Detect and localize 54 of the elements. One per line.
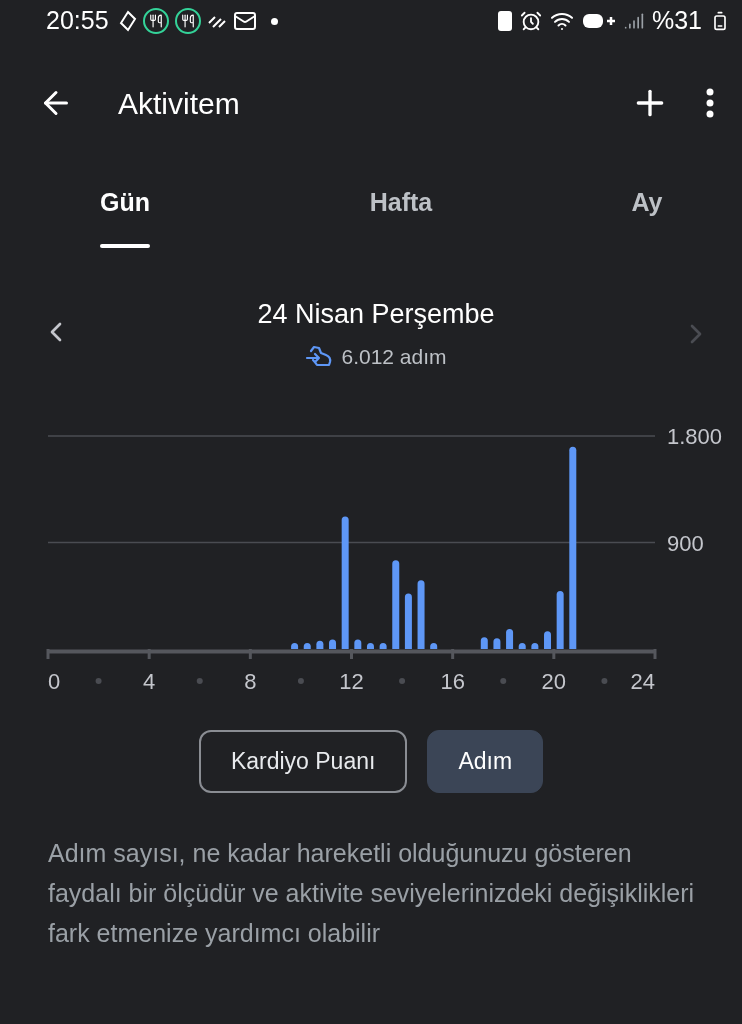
bar [493, 638, 501, 649]
page-title: Aktivitem [118, 85, 240, 122]
fork-icon [174, 8, 201, 34]
tab[interactable]: Ay [607, 164, 687, 254]
metric-toggle[interactable]: Adım [427, 730, 544, 793]
fork-icon [142, 8, 169, 34]
status-time: 20:55 [46, 5, 109, 37]
bar [354, 639, 362, 649]
axis-label: 1.800 [667, 424, 723, 449]
signal-icon [623, 11, 644, 31]
hd-icon [581, 11, 616, 31]
tag-icon [118, 10, 137, 32]
tick-dot [196, 678, 203, 684]
axis-label: 0 [48, 669, 61, 692]
description: Adım sayısı, ne kadar hareketli olduğunuzu gösteren faydalı bir ölçüdür ve aktivite seviyelerinizdeki değişiklikleri fark etmenize yardımcı olabilir [47, 838, 696, 949]
axis-label: 12 [339, 669, 364, 692]
more-icon [706, 88, 714, 118]
tick-dot [297, 678, 304, 684]
axis-label: 16 [440, 669, 465, 692]
battery-saver-icon [497, 11, 512, 31]
step-count: 6.012 adım [341, 343, 447, 370]
tick-dot [601, 678, 608, 684]
bar [316, 640, 324, 649]
bar [544, 631, 551, 649]
bar [366, 643, 374, 649]
bar [379, 643, 387, 649]
stripes-icon [206, 13, 227, 29]
bar [417, 580, 425, 649]
metric-toggle[interactable]: Kardiyo Puanı [198, 730, 408, 793]
axis-label: 900 [667, 530, 704, 556]
alarm-icon [519, 10, 542, 32]
bar [329, 639, 337, 649]
bar [303, 643, 311, 649]
date-title: 24 Nisan Perşembe [257, 298, 495, 331]
tick-dot [399, 678, 406, 684]
bar [430, 643, 438, 649]
tick-dot [500, 678, 507, 684]
axis-label: 8 [244, 669, 257, 692]
bar [518, 643, 526, 649]
tab[interactable]: Gün [55, 164, 195, 254]
bar [531, 643, 539, 649]
mail-icon [232, 9, 257, 33]
bar [506, 628, 514, 649]
bar [556, 591, 564, 649]
shoe-icon [305, 345, 334, 368]
battery-percent: %31 [651, 5, 702, 37]
tab[interactable]: Hafta [331, 164, 471, 254]
axis-label: 4 [143, 669, 156, 692]
axis-label: 20 [541, 669, 567, 692]
axis-label: 24 [630, 669, 655, 692]
tick-dot [95, 678, 102, 684]
bar [291, 643, 299, 649]
bar [480, 637, 488, 649]
bar [404, 593, 412, 649]
